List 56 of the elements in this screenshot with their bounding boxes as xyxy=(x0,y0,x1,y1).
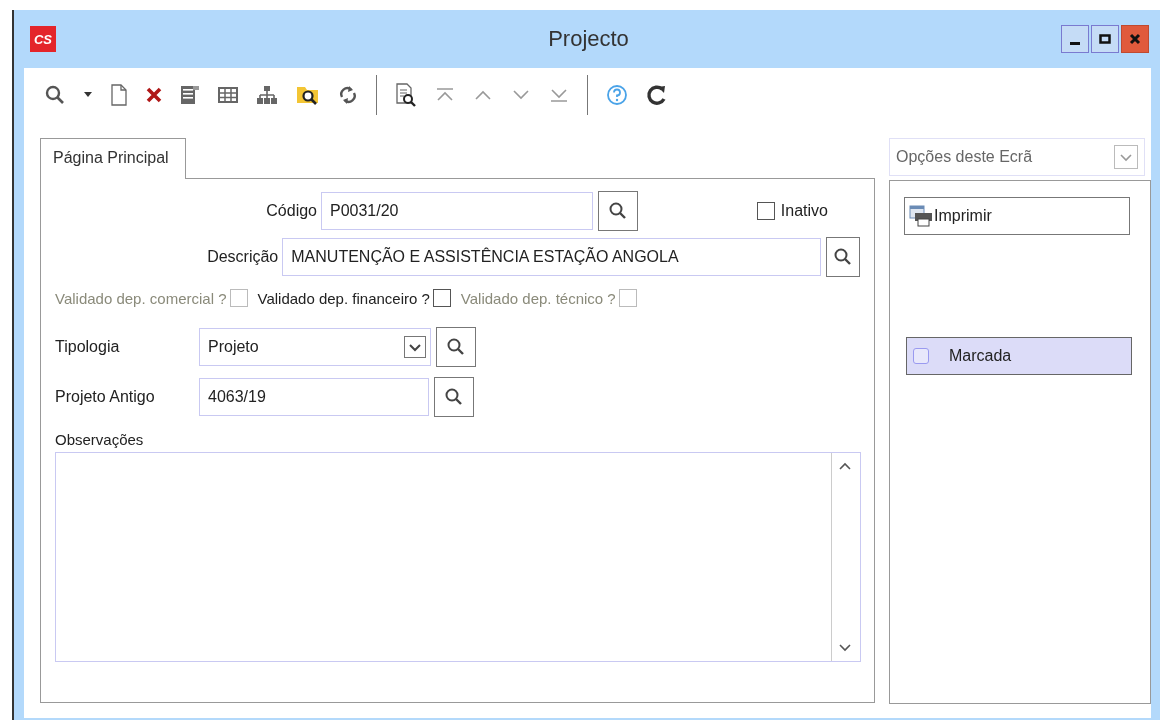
search-button[interactable] xyxy=(436,327,476,367)
form-view-icon[interactable] xyxy=(180,85,200,105)
search-button[interactable] xyxy=(434,377,474,417)
field-label: Descrição xyxy=(206,248,280,266)
field-label: Código xyxy=(265,202,318,220)
checkbox[interactable] xyxy=(913,348,929,364)
new-document-icon[interactable] xyxy=(110,84,128,106)
search-icon xyxy=(444,387,464,407)
reload-icon[interactable] xyxy=(646,84,668,106)
checkbox-label: Marcada xyxy=(949,347,1012,365)
close-button[interactable] xyxy=(1121,25,1149,53)
checkbox-label: Validado dep. financeiro ? xyxy=(257,289,430,307)
delete-icon[interactable] xyxy=(146,87,162,103)
input-field[interactable]: MANUTENÇÃO E ASSISTÊNCIA ESTAÇÃO ANGOLA xyxy=(282,238,821,276)
window-title: Projecto xyxy=(547,26,630,52)
maximize-button[interactable] xyxy=(1091,25,1119,53)
checkbox[interactable] xyxy=(756,202,775,220)
search-icon xyxy=(832,247,853,267)
dropdown[interactable]: Projeto xyxy=(199,328,431,366)
app-logo: CS xyxy=(30,26,56,52)
dropdown[interactable]: Opções deste Ecrã xyxy=(889,138,1145,176)
minimize-button[interactable] xyxy=(1061,25,1089,53)
search-icon[interactable] xyxy=(44,84,66,106)
checkbox-label: Inativo xyxy=(780,202,828,220)
last-record-icon[interactable] xyxy=(549,88,569,102)
search-button[interactable] xyxy=(825,237,860,277)
mark-toggle[interactable]: Marcada xyxy=(906,337,1132,375)
help-icon[interactable] xyxy=(606,84,628,106)
tab[interactable]: Página Principal xyxy=(40,138,186,179)
input-field[interactable]: P0031/20 xyxy=(321,192,593,230)
refresh-icon[interactable] xyxy=(338,85,358,105)
search-icon xyxy=(446,337,466,357)
next-record-icon[interactable] xyxy=(511,89,531,101)
previous-record-icon[interactable] xyxy=(473,89,493,101)
printer-icon xyxy=(909,205,933,227)
minimize-icon xyxy=(1070,41,1080,45)
field-label: Projeto Antigo xyxy=(55,388,156,406)
checkbox[interactable] xyxy=(432,289,451,307)
search-button[interactable] xyxy=(598,191,638,231)
checkbox-label: Validado dep. comercial ? xyxy=(55,289,227,307)
scroll-down-icon[interactable] xyxy=(838,643,852,653)
first-record-icon[interactable] xyxy=(435,88,455,102)
checkbox-label: Validado dep. técnico ? xyxy=(460,289,616,307)
print-button[interactable]: Imprimir xyxy=(904,197,1130,235)
preview-icon[interactable] xyxy=(395,83,417,107)
hierarchy-icon[interactable] xyxy=(256,85,278,105)
input-field[interactable]: 4063/19 xyxy=(199,378,429,416)
folder-search-icon[interactable] xyxy=(296,84,320,106)
maximize-icon xyxy=(1098,32,1112,46)
caret-icon[interactable] xyxy=(84,92,92,98)
scroll-up-icon[interactable] xyxy=(838,461,852,471)
close-icon xyxy=(1128,32,1142,46)
field-label: Observações xyxy=(55,431,145,448)
search-icon xyxy=(608,201,628,221)
field-label: Tipologia xyxy=(55,338,121,356)
grid-icon[interactable] xyxy=(218,87,238,103)
